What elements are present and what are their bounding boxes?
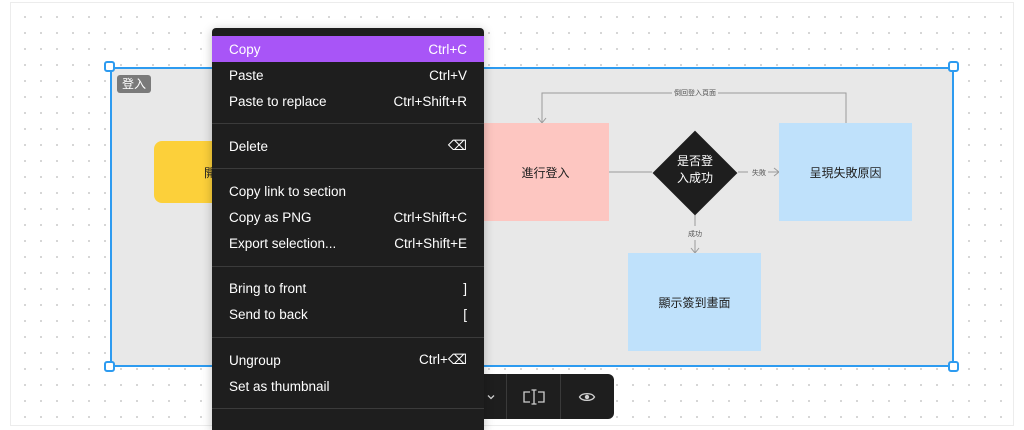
menu-item-ungroup[interactable]: Ungroup Ctrl+⌫ — [212, 347, 484, 373]
menu-item-send-to-back[interactable]: Send to back[ — [212, 301, 484, 327]
menu-divider — [212, 168, 484, 169]
edge-label-success: 成功 — [686, 229, 704, 239]
menu-divider — [212, 266, 484, 267]
menu-divider — [212, 337, 484, 338]
menu-item-delete[interactable]: Delete ⌫ — [212, 133, 484, 159]
backspace-icon: ⌫ — [447, 138, 467, 153]
decision-node-label: 是否登 入成功 — [676, 154, 713, 185]
text-cursor-icon[interactable] — [507, 374, 560, 419]
show-checkin-node[interactable]: 顯示簽到畫面 — [628, 253, 761, 351]
menu-item-copy-link[interactable]: Copy link to section — [212, 178, 484, 204]
menu-item-paste-to-replace[interactable]: Paste to replace Ctrl+Shift+R — [212, 88, 484, 114]
menu-item-bring-to-front[interactable]: Bring to front] — [212, 275, 484, 301]
login-node[interactable]: 進行登入 — [482, 123, 609, 221]
fail-reason-node[interactable]: 呈現失敗原因 — [779, 123, 912, 221]
menu-item-paste[interactable]: Paste Ctrl+V — [212, 62, 484, 88]
menu-item-set-as-thumbnail[interactable]: Set as thumbnail — [212, 373, 484, 399]
context-menu: Copy Ctrl+C Paste Ctrl+V Paste to replace C… — [212, 28, 484, 430]
menu-item-copy[interactable]: Copy Ctrl+C — [212, 36, 484, 62]
login-node-label: 進行登入 — [521, 165, 570, 180]
selection-toolbar — [476, 374, 614, 419]
edge-label-fail: 失敗 — [750, 168, 768, 178]
menu-item-export-selection[interactable]: Export selection... Ctrl+Shift+E — [212, 230, 484, 256]
show-checkin-label: 顯示簽到畫面 — [658, 295, 731, 310]
fail-reason-label: 呈現失敗原因 — [809, 165, 882, 180]
edge-label-back: 倒回登入頁面 — [672, 88, 718, 98]
eye-icon[interactable] — [561, 374, 613, 419]
menu-divider — [212, 123, 484, 124]
menu-item-copy-as-png[interactable]: Copy as PNG Ctrl+Shift+C — [212, 204, 484, 230]
menu-divider — [212, 408, 484, 409]
